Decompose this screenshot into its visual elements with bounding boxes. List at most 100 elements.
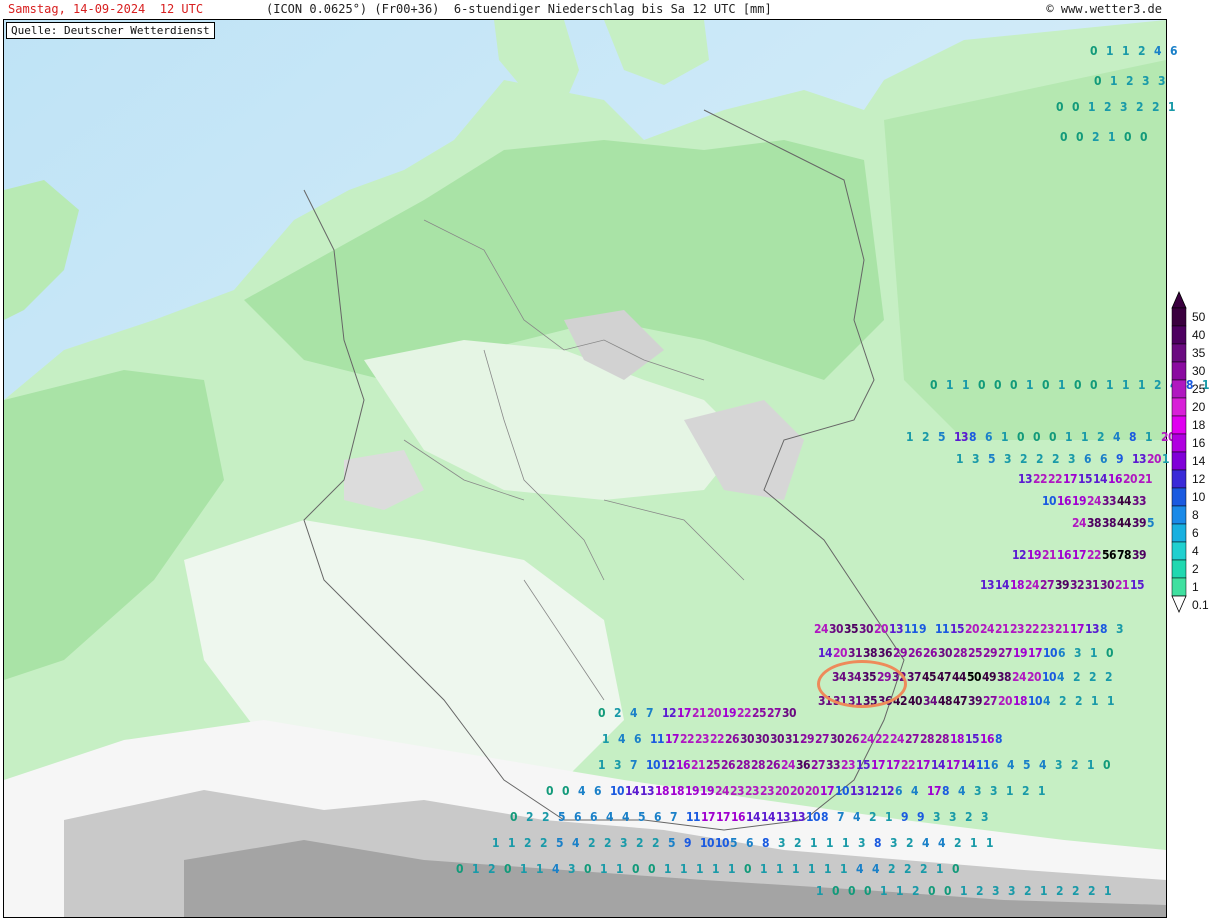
precip-value: 12	[880, 784, 895, 798]
precip-value: 1	[616, 862, 624, 876]
legend-label: 30	[1192, 364, 1206, 378]
precip-value: 1	[1110, 74, 1118, 88]
precip-value: 6	[985, 430, 993, 444]
legend-label: 20	[1192, 400, 1206, 414]
precip-value: 0	[510, 810, 518, 824]
precip-value: 2	[906, 836, 914, 850]
precip-value: 31	[848, 646, 863, 660]
precip-value: 0	[978, 378, 986, 392]
precip-value: 3	[949, 810, 957, 824]
precip-value: 3	[620, 836, 628, 850]
precip-value: 4	[1043, 694, 1051, 708]
precip-value: 2	[794, 836, 802, 850]
precip-value: 14	[761, 810, 776, 824]
precip-value: 44	[1117, 494, 1132, 508]
precip-value: 17	[916, 758, 931, 772]
precip-value: 4	[1113, 430, 1121, 444]
legend-label: 40	[1192, 328, 1206, 342]
precip-value: 30	[1100, 578, 1115, 592]
precip-value: 2	[1126, 74, 1134, 88]
precip-value: 13	[1018, 472, 1033, 486]
precip-value: 11	[904, 622, 919, 636]
precip-value: 1	[1145, 430, 1153, 444]
legend-arrow-bottom	[1171, 595, 1187, 613]
precip-value: 0	[930, 378, 938, 392]
legend-label: 25	[1192, 382, 1206, 396]
precip-value: 23	[745, 784, 760, 798]
precip-value: 24	[860, 732, 875, 746]
precip-value: 48	[938, 694, 953, 708]
precip-value: 13	[1132, 452, 1147, 466]
precip-value: 17	[1070, 622, 1085, 636]
precip-value: 1	[792, 862, 800, 876]
precip-value: 2	[524, 836, 532, 850]
legend-swatch	[1171, 307, 1187, 327]
precip-value: 2	[652, 836, 660, 850]
precip-value: 20	[833, 646, 848, 660]
precip-value: 1	[536, 862, 544, 876]
precip-value: 30	[740, 732, 755, 746]
precip-value: 17	[677, 706, 692, 720]
precip-value: 5	[558, 810, 566, 824]
precip-value: 4	[958, 784, 966, 798]
precip-value: 11	[650, 732, 665, 746]
precip-value: 39	[968, 694, 983, 708]
precip-value: 2	[888, 862, 896, 876]
precip-value: 22	[680, 732, 695, 746]
precip-value: 0	[1074, 378, 1082, 392]
precip-value: 9	[684, 836, 692, 850]
precip-value: 1	[1090, 646, 1098, 660]
precip-value: 2	[912, 884, 920, 898]
precip-value: 19	[685, 784, 700, 798]
precip-value: 1	[826, 836, 834, 850]
precip-value: 3	[1120, 100, 1128, 114]
precip-value: 24	[1012, 670, 1027, 684]
precip-value: 27	[983, 694, 998, 708]
precip-value: 20	[1027, 670, 1042, 684]
precip-value: 4	[1039, 758, 1047, 772]
legend-label: 14	[1192, 454, 1206, 468]
precip-value: 34	[923, 694, 938, 708]
precip-value: 4	[572, 836, 580, 850]
precip-value: 15	[965, 732, 980, 746]
precip-value: 13	[889, 622, 904, 636]
precip-value: 21	[995, 622, 1010, 636]
precip-value: 26	[721, 758, 736, 772]
precip-value: 17	[886, 758, 901, 772]
precip-value: 1	[1122, 378, 1130, 392]
precip-value: 17	[1072, 548, 1087, 562]
precip-value: 1	[1104, 884, 1112, 898]
precip-value: 1	[1087, 758, 1095, 772]
precip-value: 6	[1058, 646, 1066, 660]
precip-value: 22	[875, 732, 890, 746]
precip-value: 1	[1026, 378, 1034, 392]
precip-value: 15	[856, 758, 871, 772]
precip-value: 19	[1027, 548, 1042, 562]
precip-value: 0	[1090, 44, 1098, 58]
precip-value: 8	[1129, 430, 1137, 444]
precip-value: 21	[1055, 622, 1070, 636]
precip-value: 27	[905, 732, 920, 746]
precip-value: 3	[1074, 646, 1082, 660]
precip-value: 12	[865, 784, 880, 798]
precip-value: 1	[472, 862, 480, 876]
precip-value: 30	[755, 732, 770, 746]
precip-value: 6	[1100, 452, 1108, 466]
precip-value: 3	[778, 836, 786, 850]
precip-value: 1	[1168, 100, 1176, 114]
precip-value: 1	[808, 862, 816, 876]
precip-value: 10	[610, 784, 625, 798]
precip-value: 4	[578, 784, 586, 798]
precip-value: 1	[776, 862, 784, 876]
precip-value: 3	[890, 836, 898, 850]
precip-value: 4	[911, 784, 919, 798]
precip-value: 3	[972, 452, 980, 466]
precip-value: 10	[1042, 494, 1057, 508]
precip-value: 8	[762, 836, 770, 850]
precip-value: 26	[845, 732, 860, 746]
precip-value: 0	[1017, 430, 1025, 444]
precip-value: 2	[954, 836, 962, 850]
precip-value: 1	[962, 378, 970, 392]
precip-value: 1	[492, 836, 500, 850]
precip-value: 19	[1013, 646, 1028, 660]
